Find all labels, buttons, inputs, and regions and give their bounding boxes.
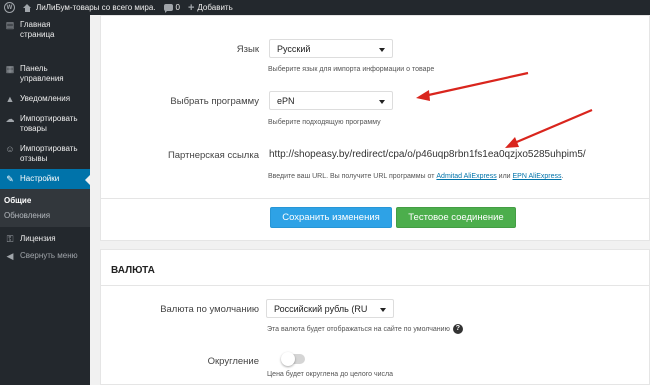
- site-name: ЛиЛиБум-товары со всего мира.: [36, 3, 156, 12]
- site-name-link[interactable]: ЛиЛиБум-товары со всего мира.: [19, 0, 160, 15]
- divider: [101, 285, 650, 286]
- rounding-toggle[interactable]: [281, 352, 305, 366]
- program-select-value: ePN: [277, 96, 295, 106]
- wordpress-logo-button[interactable]: W: [0, 0, 19, 15]
- partner-hint-end: .: [561, 173, 564, 180]
- program-select[interactable]: ePN: [269, 91, 393, 110]
- default-currency-select[interactable]: Российский рубль (RU: [266, 299, 394, 318]
- wrench-icon: ✎: [6, 174, 14, 184]
- save-changes-button[interactable]: Сохранить изменения: [270, 207, 392, 228]
- chevron-down-icon: [379, 48, 385, 52]
- sidebar-item-import-reviews[interactable]: ☺ Импортировать отзывы: [0, 139, 90, 169]
- comments-link[interactable]: 0: [160, 0, 184, 15]
- sidebar-item-label: Уведомления: [20, 94, 71, 103]
- collapse-menu-label: Свернуть меню: [20, 251, 78, 260]
- sidebar-item-import-products[interactable]: ☁ Импортировать товары: [0, 109, 90, 139]
- collapse-icon: ◀: [6, 251, 14, 261]
- panel-icon: ▦: [5, 64, 15, 74]
- settings-card: Язык Русский Выберите язык для импорта и…: [100, 15, 650, 241]
- admitad-aliexpress-link[interactable]: Admitad AliExpress: [436, 173, 496, 180]
- program-label: Выбрать программу: [170, 96, 259, 107]
- add-new-link[interactable]: + Добавить: [184, 0, 237, 15]
- language-label: Язык: [236, 44, 259, 55]
- default-currency-hint-text: Эта валюта будет отображаться на сайте п…: [267, 325, 450, 333]
- sidebar-item-panel[interactable]: ▦ Панель управления: [0, 59, 90, 89]
- chevron-down-icon: [380, 308, 386, 312]
- sidebar-item-label: Панель управления: [20, 64, 64, 83]
- sidebar-item-notifications[interactable]: ▲ Уведомления: [0, 89, 90, 109]
- sidebar-item-license[interactable]: ⚿ Лицензия: [0, 229, 90, 249]
- currency-section-title: ВАЛЮТА: [111, 265, 155, 276]
- submenu-item-general[interactable]: Общие: [0, 193, 90, 208]
- sidebar-item-label: Настройки: [20, 174, 60, 183]
- question-icon[interactable]: ?: [452, 324, 463, 334]
- submenu-item-updates[interactable]: Обновления: [0, 208, 90, 223]
- divider: [101, 198, 650, 199]
- sidebar-item-label: Лицензия: [20, 234, 56, 243]
- key-icon: ⚿: [6, 234, 14, 244]
- language-select-value: Русский: [277, 44, 311, 54]
- epn-aliexpress-link[interactable]: EPN AliExpress: [513, 173, 562, 180]
- home-icon: [23, 3, 32, 12]
- language-select[interactable]: Русский: [269, 39, 393, 58]
- chevron-down-icon: [379, 100, 385, 104]
- plus-icon: +: [187, 1, 195, 14]
- notifications-icon: ▲: [5, 94, 15, 104]
- default-currency-value: Российский рубль (RU: [274, 304, 368, 314]
- settings-submenu: Общие Обновления: [0, 189, 90, 227]
- partner-hint-text: Введите ваш URL. Вы получите URL програм…: [268, 173, 435, 180]
- sidebar-item-label: Главная страница: [20, 20, 55, 39]
- admin-sidebar: ▤ Главная страница ▦ Панель управления ▲…: [0, 15, 90, 385]
- sidebar-item-label: Импортировать товары: [20, 114, 78, 133]
- partner-link-hint: Введите ваш URL. Вы получите URL програм…: [268, 173, 564, 180]
- default-currency-label: Валюта по умолчанию: [160, 304, 259, 315]
- sidebar-item-settings[interactable]: ✎ Настройки: [0, 169, 90, 189]
- partner-link-input[interactable]: http://shopeasy.by/redirect/cpa/o/p46uqp…: [269, 149, 586, 160]
- partner-link-label: Партнерская ссылка: [167, 150, 259, 161]
- currency-card: ВАЛЮТА Валюта по умолчанию Российский ру…: [100, 249, 650, 385]
- collapse-menu-button[interactable]: ◀ Свернуть меню: [0, 249, 90, 266]
- add-new-label: Добавить: [197, 3, 233, 12]
- comments-count: 0: [175, 3, 180, 12]
- program-hint: Выберите подходящую программу: [268, 119, 381, 126]
- toggle-knob: [281, 352, 295, 366]
- partner-hint-or: или: [498, 173, 511, 180]
- admin-bar: W ЛиЛиБум-товары со всего мира. 0 + Доба…: [0, 0, 650, 15]
- language-hint: Выберите язык для импорта информации о т…: [268, 66, 435, 73]
- sidebar-item-label: Импортировать отзывы: [20, 144, 78, 163]
- wordpress-logo-icon: W: [4, 2, 15, 13]
- cloud-upload-icon: ☁: [5, 114, 15, 124]
- reviews-icon: ☺: [5, 144, 15, 154]
- comment-icon: [163, 4, 173, 13]
- sidebar-item-home[interactable]: ▤ Главная страница: [0, 15, 90, 45]
- default-currency-hint: Эта валюта будет отображаться на сайте п…: [267, 324, 463, 334]
- test-connection-button[interactable]: Тестовое соединение: [396, 207, 516, 228]
- rounding-hint: Цена будет округлена до целого числа: [267, 371, 393, 378]
- rounding-label: Округление: [207, 356, 259, 367]
- dashboard-icon: ▤: [5, 20, 15, 30]
